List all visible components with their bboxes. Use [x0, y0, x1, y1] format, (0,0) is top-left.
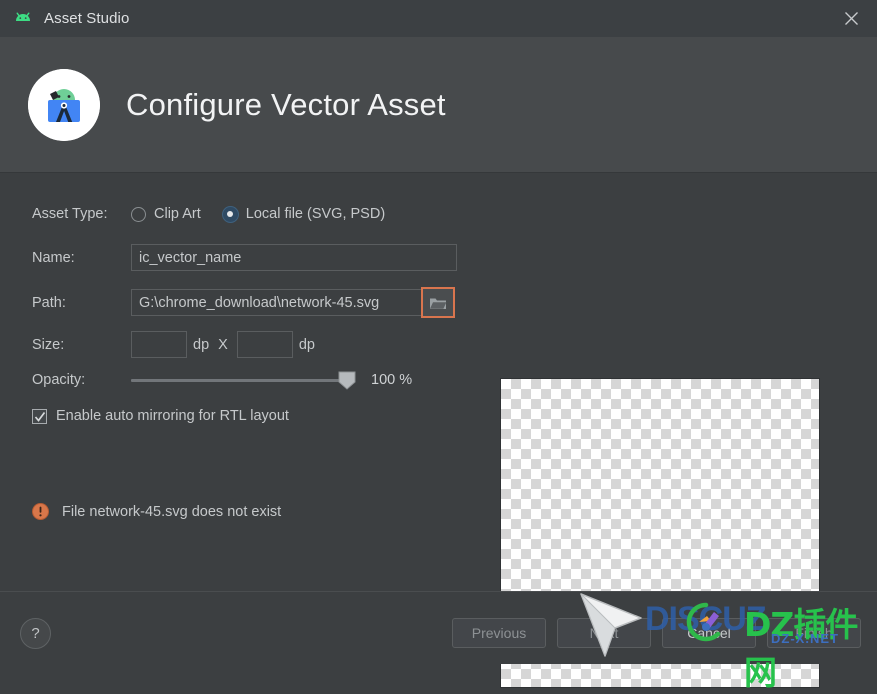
size-separator: X [218, 336, 228, 353]
folder-icon[interactable] [421, 287, 455, 318]
radio-local-file-indicator [222, 206, 238, 222]
opacity-slider-track [131, 379, 349, 382]
help-button-label: ? [31, 625, 40, 642]
rtl-mirror-label: Enable auto mirroring for RTL layout [56, 408, 289, 424]
size-height-input[interactable] [236, 331, 293, 358]
size-row: Size: dp X dp [32, 331, 324, 358]
size-width-unit: dp [193, 336, 210, 353]
android-head-icon [12, 8, 34, 30]
next-button[interactable]: Next [557, 618, 651, 648]
radio-local-file-label: Local file (SVG, PSD) [245, 206, 386, 222]
path-label: Path: [32, 294, 66, 311]
size-width-input[interactable] [131, 331, 187, 358]
asset-studio-window: Asset Studio Configure Vector Asset Asse… [0, 0, 877, 692]
wizard-button-bar: Previous Next Cancel Finish [441, 618, 861, 648]
cancel-button[interactable]: Cancel [662, 618, 756, 648]
opacity-slider[interactable] [131, 371, 356, 390]
radio-local-file[interactable]: Local file (SVG, PSD) [222, 206, 386, 222]
radio-clip-art-label: Clip Art [154, 206, 201, 222]
page-title: Configure Vector Asset [126, 86, 446, 122]
name-label: Name: [32, 249, 75, 266]
vector-asset-form: Asset Type: Clip Art Local file (SVG, PS… [0, 173, 480, 591]
opacity-slider-thumb[interactable] [337, 371, 357, 390]
radio-clip-art[interactable]: Clip Art [131, 206, 201, 222]
path-input[interactable]: G:\chrome_download\network-45.svg [131, 289, 422, 316]
rtl-mirror-row[interactable]: Enable auto mirroring for RTL layout [32, 408, 289, 424]
wizard-header: Configure Vector Asset [0, 37, 877, 173]
asset-type-label: Asset Type: [32, 206, 108, 222]
opacity-value: 100 % [371, 372, 413, 388]
name-row: Name: ic_vector_name [32, 244, 457, 271]
path-row: Path: G:\chrome_download\network-45.svg [32, 287, 455, 318]
opacity-label: Opacity: [32, 372, 86, 388]
help-button[interactable]: ? [20, 618, 51, 649]
android-studio-vector-asset-icon [28, 68, 100, 141]
finish-button[interactable]: Finish [767, 618, 861, 648]
size-label: Size: [32, 336, 65, 353]
previous-button[interactable]: Previous [452, 618, 546, 648]
asset-type-row: Asset Type: Clip Art Local file (SVG, PS… [32, 206, 407, 222]
error-circle-icon [32, 503, 49, 520]
opacity-row: Opacity: 100 % [32, 371, 413, 390]
close-icon[interactable] [825, 0, 877, 37]
name-input[interactable]: ic_vector_name [131, 244, 457, 271]
rtl-mirror-checkbox[interactable] [32, 408, 47, 424]
size-height-unit: dp [298, 336, 315, 353]
title-bar: Asset Studio [0, 0, 877, 38]
radio-clip-art-indicator [131, 206, 146, 222]
window-title: Asset Studio [44, 10, 130, 27]
error-message-text: File network-45.svg does not exist [62, 503, 282, 520]
wizard-body: Asset Type: Clip Art Local file (SVG, PS… [0, 173, 877, 688]
error-message-row: File network-45.svg does not exist [32, 503, 281, 520]
